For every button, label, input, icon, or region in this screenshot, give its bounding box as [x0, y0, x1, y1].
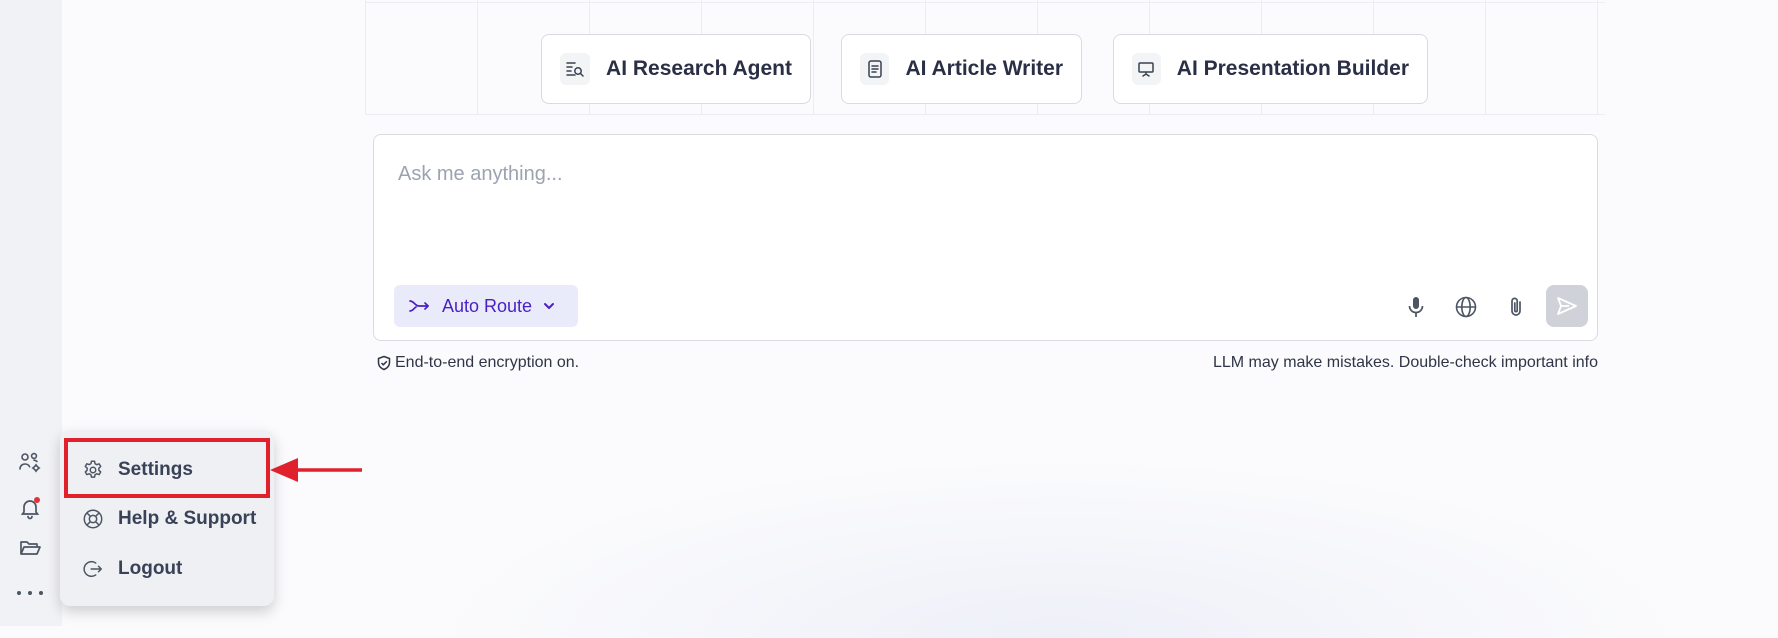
- menu-item-logout[interactable]: Logout: [60, 545, 274, 593]
- ai-presentation-builder-button[interactable]: AI Presentation Builder: [1113, 34, 1428, 104]
- logout-icon: [83, 560, 102, 578]
- route-icon: [409, 300, 429, 312]
- encryption-notice: End-to-end encryption on.: [376, 354, 579, 372]
- ai-research-agent-button[interactable]: AI Research Agent: [541, 34, 811, 104]
- send-button[interactable]: [1546, 285, 1588, 327]
- microphone-icon[interactable]: [1402, 293, 1430, 321]
- document-icon: [860, 53, 890, 85]
- bell-icon[interactable]: [16, 494, 44, 522]
- send-icon: [1557, 297, 1577, 315]
- sidebar: [0, 0, 62, 626]
- paperclip-icon[interactable]: [1502, 293, 1530, 321]
- chip-label: AI Research Agent: [606, 57, 792, 80]
- folder-icon[interactable]: [16, 534, 44, 562]
- users-settings-icon[interactable]: [16, 448, 44, 476]
- presentation-icon: [1132, 53, 1161, 85]
- chip-label: AI Presentation Builder: [1176, 57, 1409, 80]
- account-menu: Settings Help & Support Logout: [60, 430, 274, 606]
- more-icon[interactable]: [17, 586, 43, 600]
- menu-label: Logout: [118, 558, 183, 579]
- shield-check-icon: [377, 355, 391, 371]
- ai-article-writer-button[interactable]: AI Article Writer: [841, 34, 1082, 104]
- disclaimer-text: LLM may make mistakes. Double-check impo…: [1212, 354, 1598, 371]
- lifebuoy-icon: [83, 509, 103, 529]
- route-label: Auto Route: [442, 295, 533, 316]
- disclaimer: LLM may make mistakes. Double-check impo…: [1213, 354, 1598, 372]
- notification-dot: [34, 497, 40, 503]
- menu-label: Help & Support: [118, 508, 257, 529]
- chevron-down-icon: [544, 303, 555, 309]
- gear-icon: [84, 460, 102, 478]
- chip-label: AI Article Writer: [905, 57, 1063, 80]
- search-list-icon: [560, 53, 591, 85]
- globe-icon[interactable]: [1452, 293, 1480, 321]
- chat-input[interactable]: [398, 159, 1498, 189]
- menu-item-help-support[interactable]: Help & Support: [60, 495, 274, 543]
- menu-label: Settings: [118, 459, 193, 480]
- encryption-text: End-to-end encryption on.: [395, 354, 580, 371]
- chat-composer: Auto Route: [373, 134, 1598, 341]
- menu-item-settings[interactable]: Settings: [60, 446, 274, 494]
- annotation-arrow: [270, 458, 362, 482]
- auto-route-dropdown[interactable]: Auto Route: [394, 285, 578, 327]
